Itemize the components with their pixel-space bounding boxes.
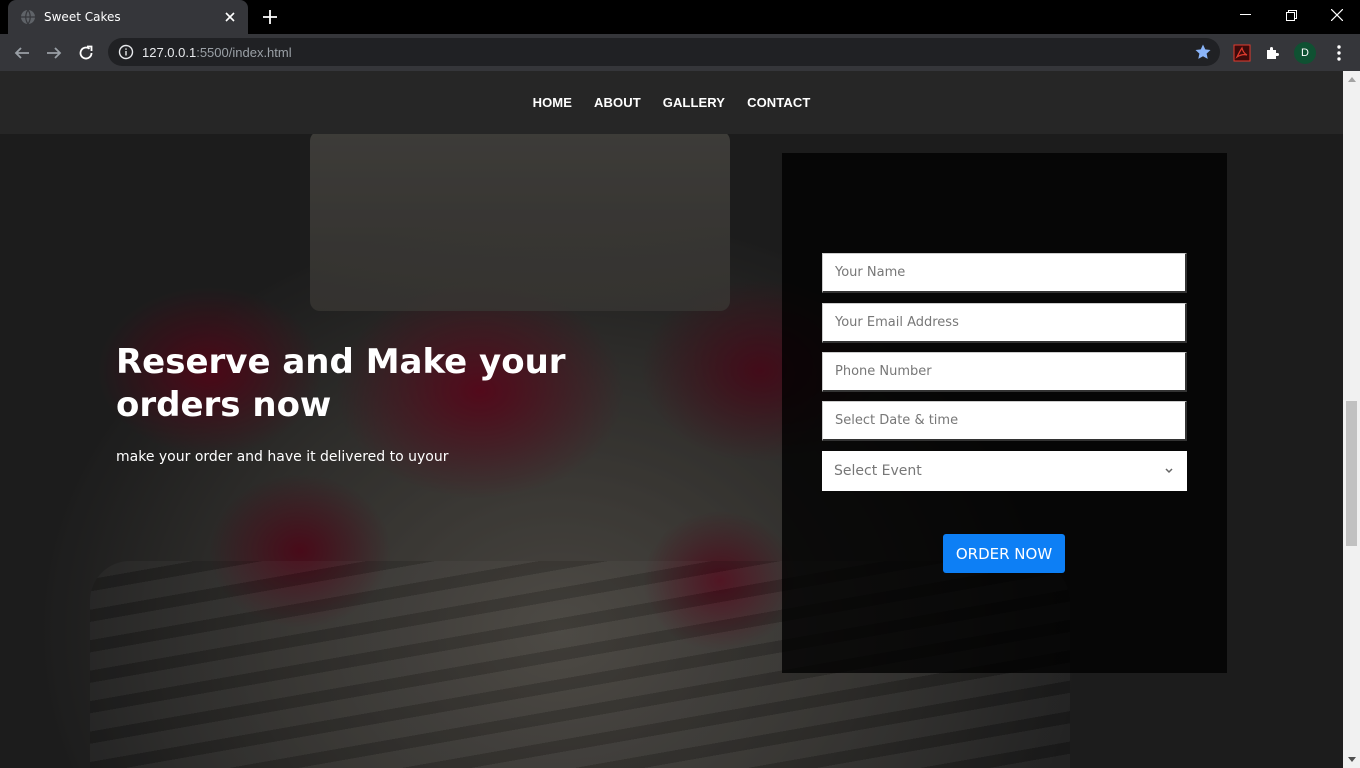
info-icon[interactable]: [118, 44, 134, 60]
address-bar[interactable]: 127.0.0.1:5500/index.html: [108, 38, 1220, 66]
hero-headline: Reserve and Make your orders now: [116, 342, 566, 425]
browser-tab[interactable]: Sweet Cakes: [8, 0, 248, 34]
tab-title: Sweet Cakes: [44, 10, 121, 24]
nav-gallery-link[interactable]: GALLERY: [663, 95, 725, 110]
phone-input[interactable]: [822, 352, 1187, 392]
page-viewport: HOME ABOUT GALLERY CONTACT Reserve and M…: [0, 71, 1343, 768]
new-tab-icon[interactable]: [260, 7, 280, 27]
page-scrollbar[interactable]: [1343, 71, 1360, 768]
scroll-up-arrow-icon[interactable]: [1343, 71, 1360, 88]
site-navbar: HOME ABOUT GALLERY CONTACT: [0, 71, 1343, 134]
url-host: 127.0.0.1: [142, 44, 197, 60]
minimize-icon[interactable]: [1222, 0, 1268, 30]
menu-kebab-icon[interactable]: [1328, 42, 1350, 64]
order-now-button[interactable]: ORDER NOW: [943, 534, 1065, 573]
nav-home-link[interactable]: HOME: [533, 95, 572, 110]
url-path: :5500/index.html: [196, 44, 292, 60]
url-text: 127.0.0.1:5500/index.html: [142, 45, 292, 60]
profile-avatar[interactable]: D: [1294, 42, 1316, 64]
event-select[interactable]: Select Event: [822, 451, 1187, 491]
restore-icon[interactable]: [1268, 0, 1314, 30]
scrollbar-thumb[interactable]: [1346, 401, 1357, 546]
reload-icon[interactable]: [73, 40, 99, 66]
email-input[interactable]: [822, 303, 1187, 343]
nav-about-link[interactable]: ABOUT: [594, 95, 641, 110]
tab-close-icon[interactable]: [222, 9, 238, 25]
window-close-icon[interactable]: [1314, 0, 1360, 30]
nav-contact-link[interactable]: CONTACT: [747, 95, 810, 110]
globe-icon: [21, 9, 35, 25]
datetime-input[interactable]: [822, 401, 1187, 441]
hero-subline: make your order and have it delivered to…: [116, 449, 449, 465]
pdf-extension-icon[interactable]: [1231, 42, 1253, 64]
name-input[interactable]: [822, 253, 1187, 293]
chevron-down-icon: [1165, 468, 1173, 474]
browser-toolbar: 127.0.0.1:5500/index.html D: [0, 34, 1360, 71]
back-icon[interactable]: [9, 40, 35, 66]
bookmark-star-icon[interactable]: [1194, 43, 1212, 61]
scroll-down-arrow-icon[interactable]: [1343, 751, 1360, 768]
order-form-panel: Select Event ORDER NOW: [782, 153, 1227, 673]
event-select-value: Select Event: [834, 463, 922, 479]
browser-titlebar: Sweet Cakes: [0, 0, 1360, 34]
extensions-puzzle-icon[interactable]: [1262, 42, 1284, 64]
forward-icon[interactable]: [41, 40, 67, 66]
